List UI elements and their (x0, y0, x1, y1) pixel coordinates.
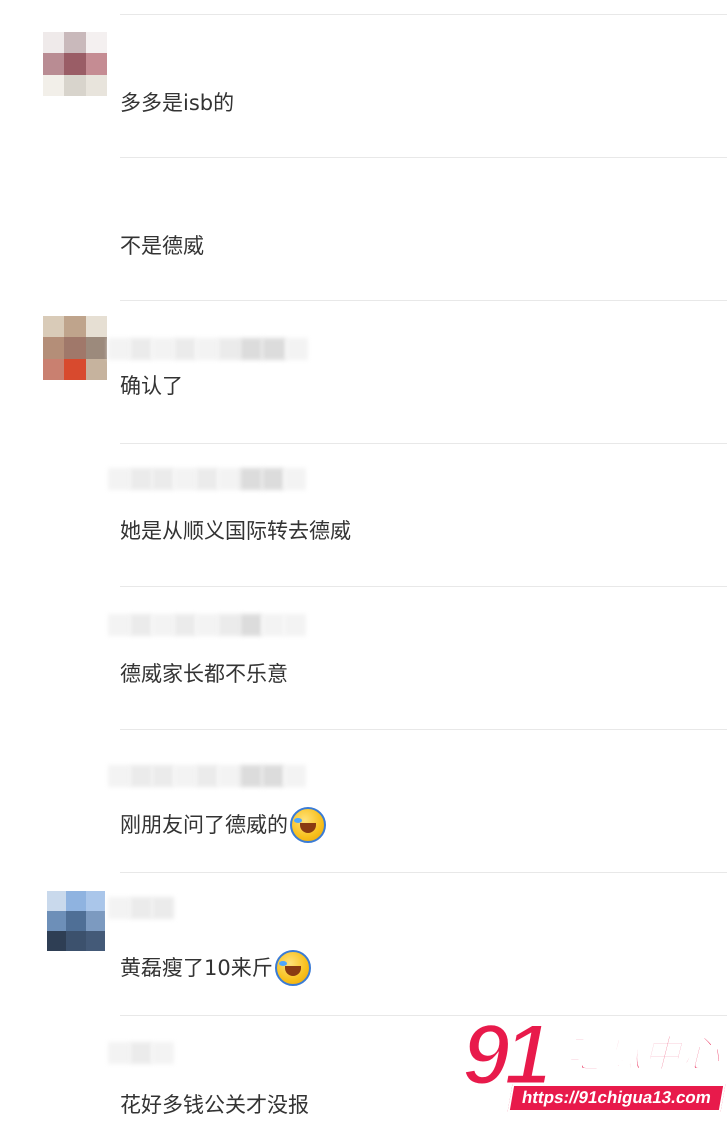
site-watermark: 91 吃瓜中心 https://91chigua13.com (461, 1011, 726, 1112)
avatar[interactable] (43, 32, 107, 96)
comment-body: 她是从顺义国际转去德威 (120, 519, 351, 543)
comment-text: 多多是isb的 (120, 89, 234, 117)
divider (120, 729, 727, 730)
comment-text: 她是从顺义国际转去德威 (120, 517, 351, 545)
laughing-crying-emoji (290, 807, 326, 843)
comment-text: 确认了 (120, 372, 183, 400)
divider (120, 443, 727, 444)
comment-body: 不是德威 (120, 234, 204, 258)
avatar[interactable] (47, 891, 105, 951)
watermark-title: 吃瓜中心 (564, 1031, 722, 1077)
divider (120, 300, 727, 301)
username-blurred[interactable] (108, 765, 306, 787)
comment-body: 确认了 (120, 374, 183, 398)
divider (120, 14, 727, 15)
comment-text: 不是德威 (120, 232, 204, 260)
comment-body: 刚朋友问了德威的 (120, 813, 288, 837)
comment-feed: 多多是isb的 不是德威 确认了 她是从顺义国际转去德威 德威家长都不乐意 刚朋… (0, 0, 727, 1140)
comment-text: 黄磊瘦了10来斤 (120, 950, 311, 986)
divider (120, 586, 727, 587)
comment-text: 花好多钱公关才没报 (120, 1091, 309, 1119)
divider (120, 872, 727, 873)
username-blurred[interactable] (108, 468, 306, 490)
username-blurred[interactable] (108, 897, 174, 919)
divider (120, 157, 727, 158)
avatar[interactable] (43, 316, 107, 380)
comment-body: 多多是isb的 (120, 91, 235, 115)
comment-text: 德威家长都不乐意 (120, 660, 288, 688)
comment-text: 刚朋友问了德威的 (120, 807, 326, 843)
comment-body: 德威家长都不乐意 (120, 662, 288, 686)
username-blurred[interactable] (108, 338, 308, 360)
comment-body: 黄磊瘦了10来斤 (120, 956, 273, 980)
username-blurred[interactable] (108, 1042, 174, 1064)
username-blurred[interactable] (108, 614, 306, 636)
watermark-url: https://91chigua13.com (507, 1084, 726, 1112)
comment-body: 花好多钱公关才没报 (120, 1093, 309, 1117)
laughing-crying-emoji (274, 950, 311, 986)
